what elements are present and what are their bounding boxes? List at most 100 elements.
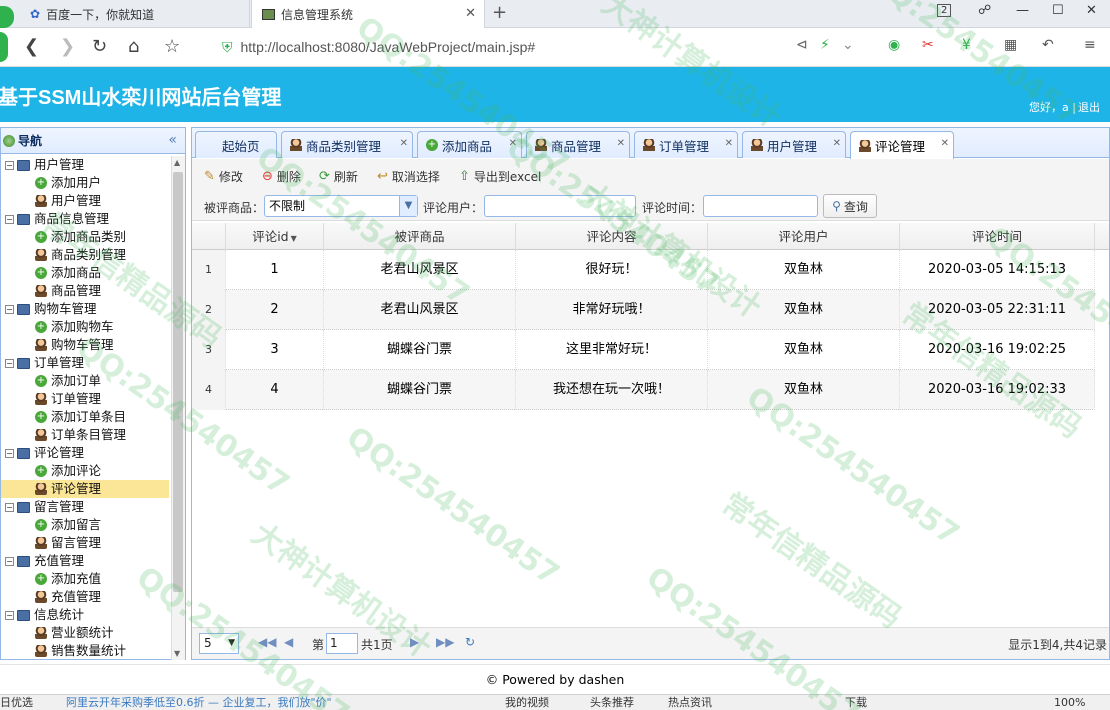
first-page-icon[interactable]: ◀◀: [258, 635, 276, 649]
close-tab-icon[interactable]: ✕: [941, 138, 949, 149]
edit-button[interactable]: ✎ 修改: [204, 166, 243, 186]
star-icon[interactable]: ☆: [164, 36, 180, 57]
collapse-toggle-icon[interactable]: −: [5, 610, 14, 620]
lightning-icon[interactable]: ⚡: [820, 37, 830, 53]
status-hot-link[interactable]: 热点资讯: [668, 695, 712, 710]
prev-page-icon[interactable]: ◀: [284, 635, 293, 649]
nav-item[interactable]: 订单管理: [1, 390, 169, 408]
nav-item[interactable]: 销售数量统计: [1, 642, 169, 660]
browser-tab-baidu[interactable]: ✿ 百度一下，你就知道: [20, 0, 250, 28]
collapse-toggle-icon[interactable]: −: [5, 358, 14, 368]
column-header[interactable]: 评论内容: [516, 223, 708, 250]
close-tab-icon[interactable]: ✕: [465, 6, 476, 21]
close-tab-icon[interactable]: ✕: [833, 138, 841, 149]
nav-item[interactable]: + 添加充值: [1, 570, 169, 588]
nav-item[interactable]: + 添加评论: [1, 462, 169, 480]
close-tab-icon[interactable]: ✕: [400, 138, 408, 149]
address-bar[interactable]: ⛨ http://localhost:8080/JavaWebProject/m…: [222, 35, 862, 59]
nav-group[interactable]: − 信息统计: [1, 606, 169, 624]
close-tab-icon[interactable]: ✕: [725, 138, 733, 149]
nav-item[interactable]: 营业额统计: [1, 624, 169, 642]
reload-page-icon[interactable]: ↻: [465, 635, 475, 649]
content-tab[interactable]: 评论管理 ✕: [850, 131, 954, 159]
nav-item[interactable]: + 添加用户: [1, 174, 169, 192]
nav-item[interactable]: + 添加商品类别: [1, 228, 169, 246]
table-row[interactable]: 4 4 蝴蝶谷门票 我还想在玩一次哦！ 双鱼林 2020-03-16 19:02:33: [192, 370, 1095, 410]
collapse-toggle-icon[interactable]: −: [5, 304, 14, 314]
chevron-down-icon[interactable]: ⌄: [842, 37, 854, 53]
menu-icon[interactable]: ≡: [1084, 37, 1096, 53]
logout-link[interactable]: 退出: [1078, 101, 1100, 114]
table-row[interactable]: 3 3 蝴蝶谷门票 这里非常好玩！ 双鱼林 2020-03-16 19:02:25: [192, 330, 1095, 370]
refresh-button[interactable]: ⟳ 刷新: [319, 166, 358, 186]
user-filter-input[interactable]: [484, 195, 636, 217]
column-header[interactable]: 评论id ▼: [226, 223, 324, 250]
content-tab[interactable]: 商品类别管理 ✕: [281, 131, 413, 158]
nav-item[interactable]: + 添加订单: [1, 372, 169, 390]
nav-item[interactable]: 留言管理: [1, 534, 169, 552]
shirt-icon[interactable]: ☍: [978, 3, 991, 18]
share-icon[interactable]: ⊲: [796, 37, 808, 53]
nav-item[interactable]: 商品类别管理: [1, 246, 169, 264]
nav-item[interactable]: 充值管理: [1, 588, 169, 606]
nav-group[interactable]: − 商品信息管理: [1, 210, 169, 228]
nav-group[interactable]: − 留言管理: [1, 498, 169, 516]
nav-item[interactable]: + 添加商品: [1, 264, 169, 282]
status-download-link[interactable]: 下载: [845, 695, 867, 710]
tab-count-badge[interactable]: 2: [937, 4, 952, 17]
reload-icon[interactable]: ↻: [92, 36, 107, 57]
close-tab-icon[interactable]: ✕: [617, 138, 625, 149]
nav-item[interactable]: + 添加订单条目: [1, 408, 169, 426]
close-window-icon[interactable]: ✕: [1086, 3, 1097, 18]
last-page-icon[interactable]: ▶▶: [436, 635, 454, 649]
time-filter-input[interactable]: [703, 195, 818, 217]
collapse-toggle-icon[interactable]: −: [5, 556, 14, 566]
yen-icon[interactable]: ¥: [962, 37, 971, 53]
scissors-icon[interactable]: ✂: [922, 37, 934, 53]
page-input[interactable]: 1: [326, 633, 358, 654]
cancel-select-button[interactable]: ↩ 取消选择: [377, 166, 440, 186]
nav-group[interactable]: − 购物车管理: [1, 300, 169, 318]
nav-item[interactable]: 用户管理: [1, 192, 169, 210]
next-page-icon[interactable]: ▶: [410, 635, 419, 649]
nav-group[interactable]: − 订单管理: [1, 354, 169, 372]
home-icon[interactable]: ⌂: [128, 36, 139, 57]
apps-grid-icon[interactable]: ▦: [1004, 37, 1017, 53]
forward-icon[interactable]: ❯: [60, 36, 75, 57]
maximize-icon[interactable]: ☐: [1052, 3, 1064, 18]
delete-button[interactable]: ⊖ 删除: [262, 166, 301, 186]
nav-group[interactable]: − 评论管理: [1, 444, 169, 462]
browser-tab-active[interactable]: 信息管理系统 ✕: [251, 0, 485, 29]
nav-group[interactable]: − 用户管理: [1, 156, 169, 174]
close-tab-icon[interactable]: ✕: [509, 138, 517, 149]
nav-group[interactable]: − 充值管理: [1, 552, 169, 570]
nav-item[interactable]: 购物车管理: [1, 336, 169, 354]
nav-item[interactable]: 订单条目管理: [1, 426, 169, 444]
nav-item[interactable]: 评论管理: [1, 480, 169, 498]
extension-green-icon[interactable]: ◉: [888, 37, 900, 53]
minimize-icon[interactable]: —: [1016, 3, 1029, 18]
collapse-toggle-icon[interactable]: −: [5, 448, 14, 458]
nav-item[interactable]: + 添加购物车: [1, 318, 169, 336]
new-tab-button[interactable]: +: [492, 2, 507, 23]
column-header[interactable]: 评论时间: [900, 223, 1095, 250]
content-tab[interactable]: 订单管理 ✕: [634, 131, 738, 158]
collapse-toggle-icon[interactable]: −: [5, 160, 14, 170]
status-video-link[interactable]: 我的视频: [505, 695, 549, 710]
query-button[interactable]: ⚲ 查询: [823, 194, 877, 218]
back-icon[interactable]: ❮: [24, 36, 39, 57]
table-row[interactable]: 2 2 老君山风景区 非常好玩哦！ 双鱼林 2020-03-05 22:31:11: [192, 290, 1095, 330]
collapse-toggle-icon[interactable]: −: [5, 502, 14, 512]
status-headline-link[interactable]: 头条推荐: [590, 695, 634, 710]
nav-scroll-thumb[interactable]: [173, 172, 183, 592]
product-filter-select[interactable]: 不限制 ▼: [264, 195, 418, 217]
content-tab[interactable]: 商品管理 ✕: [526, 131, 630, 158]
collapse-toggle-icon[interactable]: −: [5, 214, 14, 224]
content-tab[interactable]: 起始页: [195, 131, 277, 158]
undo-icon[interactable]: ↶: [1042, 37, 1054, 53]
status-news-link[interactable]: 阿里云开年采购季低至0.6折 — 企业复工，我们放"价": [66, 695, 332, 710]
table-row[interactable]: 1 1 老君山风景区 很好玩！ 双鱼林 2020-03-05 14:15:13: [192, 250, 1095, 290]
column-header[interactable]: 评论用户: [708, 223, 900, 250]
zoom-level[interactable]: 100%: [1054, 695, 1085, 710]
column-header[interactable]: 被评商品: [324, 223, 516, 250]
